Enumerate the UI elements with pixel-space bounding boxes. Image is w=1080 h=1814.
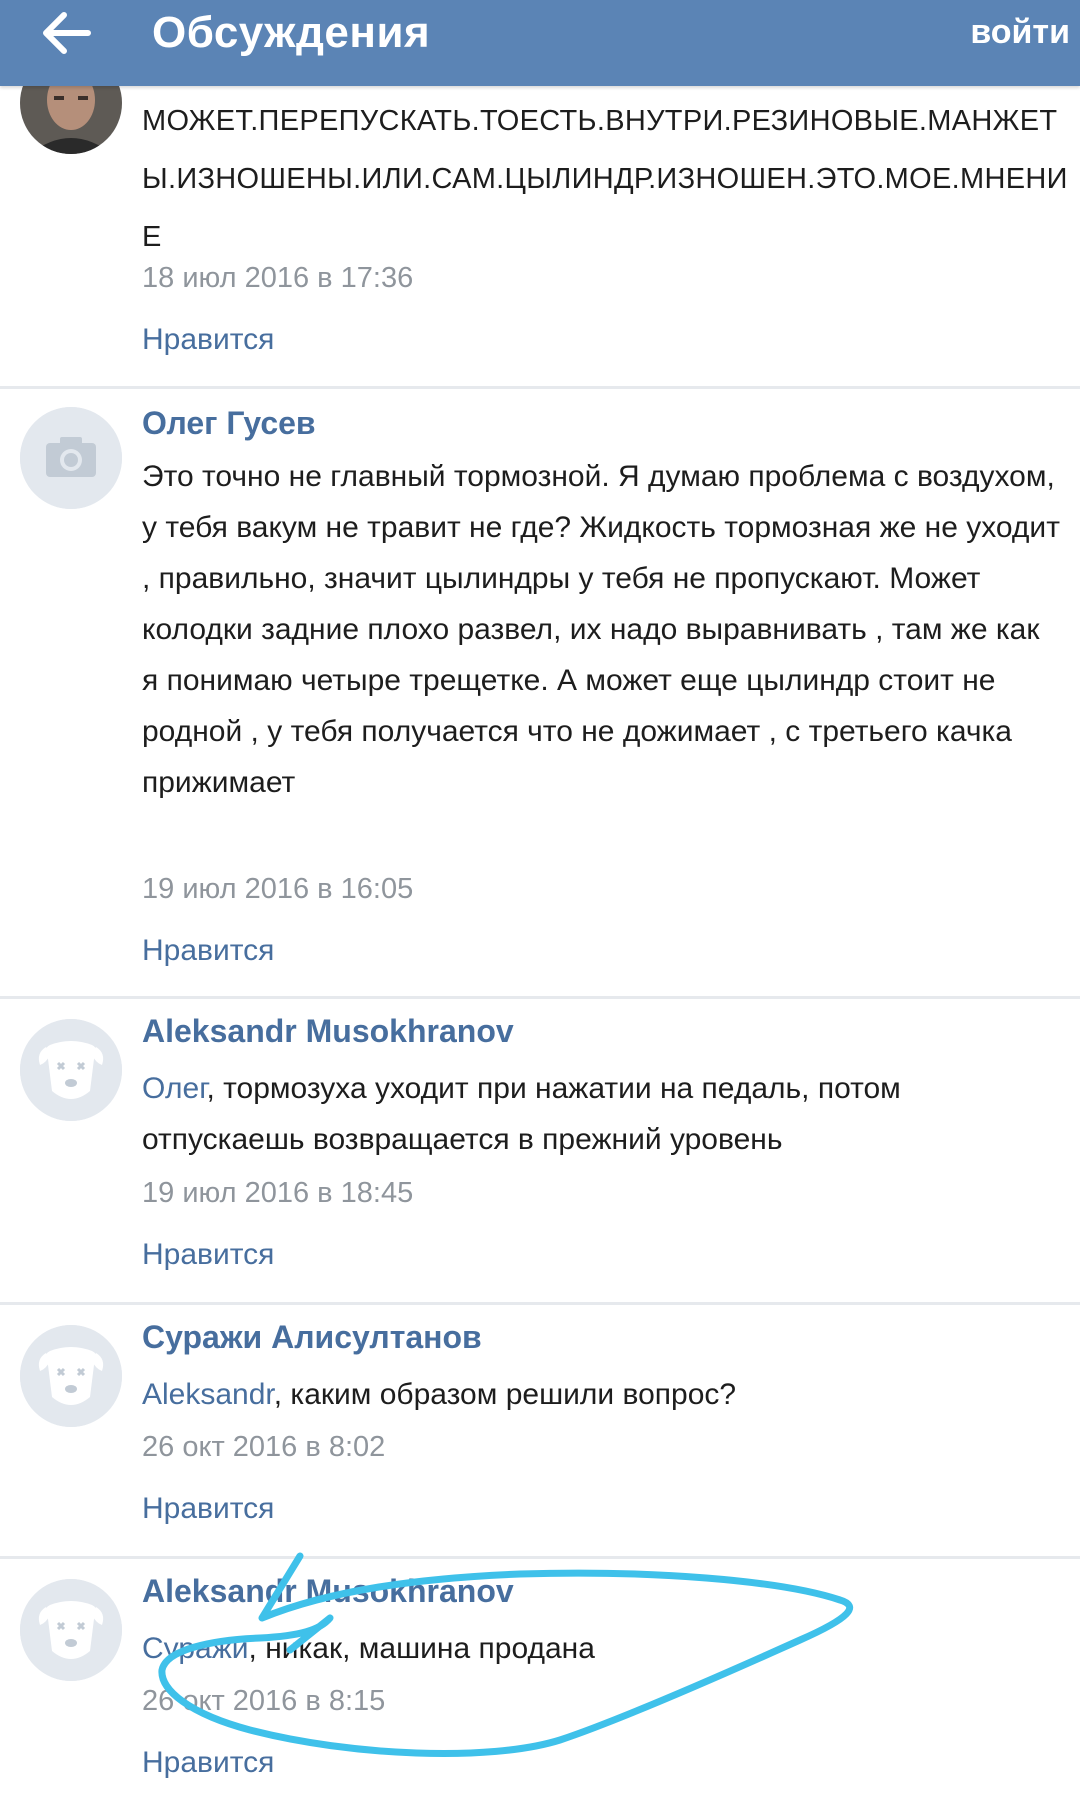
like-button[interactable]: Нравится (142, 320, 274, 360)
comment-text: Суражи, никак, машина продана (142, 1623, 1062, 1674)
deactivated-dog-icon (20, 1579, 122, 1681)
comment-text: МОЖЕТ.ПЕРЕПУСКАТЬ.ТОЕСТЬ.ВНУТРИ.РЕЗИНОВЫ… (142, 105, 1068, 253)
comment-text-body: , каким образом решили вопрос? (273, 1378, 737, 1411)
deactivated-dog-icon (20, 1325, 122, 1427)
comment-date: 19 июл 2016 в 18:45 (142, 1177, 414, 1209)
comment-text: Это точно не главный тормозной. Я думаю … (142, 460, 1060, 799)
comment-author[interactable]: Aleksandr Musokhranov (142, 1571, 514, 1611)
like-button[interactable]: Нравится (142, 931, 274, 971)
comment-author[interactable]: Aleksandr Musokhranov (142, 1011, 514, 1051)
avatar[interactable] (20, 1579, 122, 1681)
comment-author[interactable]: Суражи Алисултанов (142, 1317, 482, 1357)
comment-date: 19 июл 2016 в 16:05 (142, 873, 414, 905)
avatar[interactable] (20, 407, 122, 509)
comment-item: Aleksandr Musokhranov Олег, тормозуха ух… (0, 999, 1080, 1303)
mention-link[interactable]: Олег (142, 1072, 206, 1105)
login-button[interactable]: войти (970, 12, 1070, 52)
comment-text-body: , тормозуха уходит при нажатии на педаль… (142, 1072, 901, 1156)
comment-text: Олег, тормозуха уходит при нажатии на пе… (142, 1063, 1062, 1165)
comment-text-body: , никак, машина продана (248, 1632, 595, 1665)
comment-author[interactable]: Олег Гусев (142, 403, 316, 443)
back-arrow-icon[interactable] (38, 6, 94, 60)
comment-text: Aleksandr, каким образом решили вопрос? (142, 1369, 1062, 1420)
avatar[interactable] (20, 1325, 122, 1427)
top-app-bar: Обсуждения войти (0, 0, 1080, 86)
mention-link[interactable]: Aleksandr (142, 1378, 274, 1411)
comment-item: Суражи Алисултанов Aleksandr, каким обра… (0, 1305, 1080, 1557)
deactivated-dog-icon (20, 1019, 122, 1121)
comment-item: Aleksandr Musokhranov Суражи, никак, маш… (0, 1559, 1080, 1814)
camera-icon (20, 407, 122, 509)
mention-link[interactable]: Суражи (142, 1632, 249, 1665)
page-title: Обсуждения (152, 8, 431, 57)
like-button[interactable]: Нравится (142, 1743, 274, 1783)
comment-date: 26 окт 2016 в 8:15 (142, 1685, 386, 1717)
comment-date: 26 окт 2016 в 8:02 (142, 1431, 386, 1463)
comment-item: Олег Гусев Это точно не главный тормозно… (0, 389, 1080, 997)
like-button[interactable]: Нравится (142, 1489, 274, 1529)
avatar[interactable] (20, 1019, 122, 1121)
comment-date: 18 июл 2016 в 17:36 (142, 262, 414, 294)
like-button[interactable]: Нравится (142, 1235, 274, 1275)
